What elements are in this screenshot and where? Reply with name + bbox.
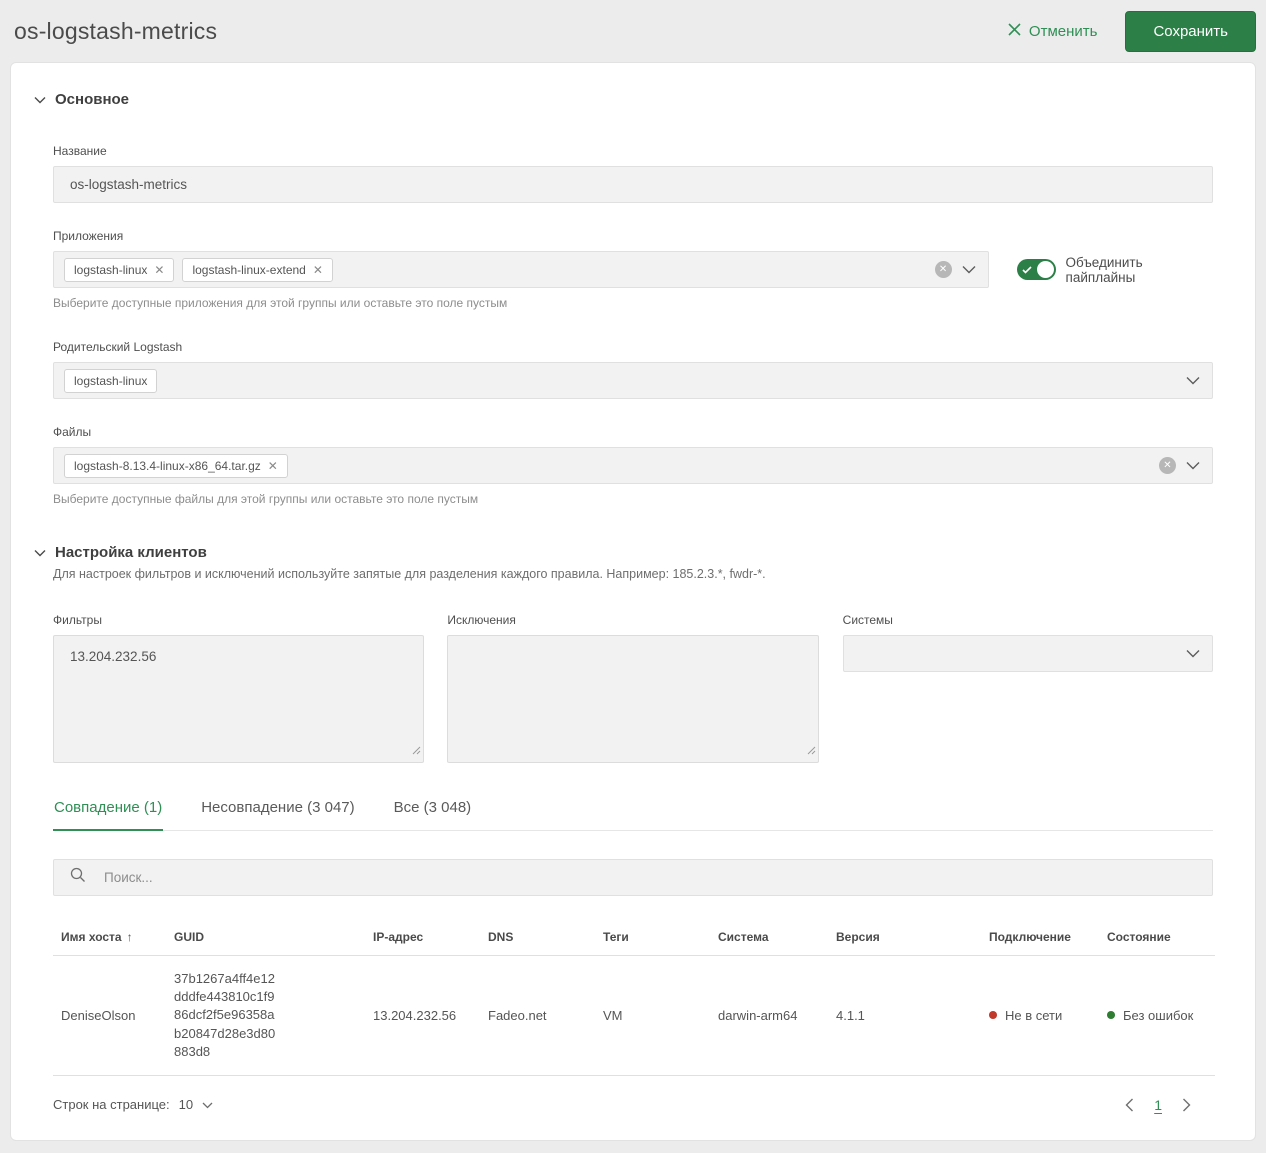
column-connection[interactable]: Подключение <box>981 920 1099 956</box>
tab-match[interactable]: Совпадение (1) <box>53 799 164 831</box>
next-page-button[interactable] <box>1180 1096 1193 1114</box>
applications-row: logstash-linux ✕ logstash-linux-extend ✕… <box>53 251 1213 288</box>
exclusions-textarea[interactable] <box>448 636 818 762</box>
connection-status-label: Не в сети <box>1005 1007 1063 1023</box>
search-field <box>53 859 1213 896</box>
column-hostname[interactable]: Имя хоста ↑ <box>53 920 166 956</box>
cell-connection: Не в сети <box>981 955 1099 1076</box>
page-title: os-logstash-metrics <box>14 17 218 44</box>
hosts-table: Имя хоста ↑ GUID IP-адрес DNS Теги Систем… <box>53 920 1215 1076</box>
applications-select[interactable]: logstash-linux ✕ logstash-linux-extend ✕… <box>53 251 989 288</box>
parent-tag-label: logstash-linux <box>74 373 148 388</box>
cell-version: 4.1.1 <box>828 955 981 1076</box>
rows-per-page-value: 10 <box>178 1097 194 1113</box>
chevron-down-icon[interactable] <box>1186 645 1200 663</box>
column-ip[interactable]: IP-адрес <box>365 920 480 956</box>
section-clients-header[interactable]: Настройка клиентов <box>34 544 1213 561</box>
exclusions-label: Исключения <box>447 613 516 627</box>
close-icon <box>1008 22 1021 40</box>
top-bar: os-logstash-metrics Отменить Сохранить <box>0 0 1266 62</box>
search-icon <box>70 867 86 888</box>
cancel-button[interactable]: Отменить <box>1008 22 1098 40</box>
section-main-header[interactable]: Основное <box>34 91 1213 108</box>
check-icon <box>1021 259 1032 280</box>
remove-tag-icon[interactable]: ✕ <box>154 264 164 276</box>
clear-icon[interactable]: ✕ <box>934 261 952 278</box>
cell-dns: Fadeo.net <box>480 955 595 1076</box>
tab-all[interactable]: Все (3 048) <box>393 799 473 831</box>
remove-tag-icon[interactable]: ✕ <box>313 264 323 276</box>
exclusions-field <box>447 635 819 763</box>
chevron-down-icon <box>202 1097 213 1112</box>
tab-mismatch[interactable]: Несовпадение (3 047) <box>200 799 355 831</box>
section-clients-description: Для настроек фильтров и исключений испол… <box>53 567 766 581</box>
files-field-label: Файлы <box>53 425 92 439</box>
chevron-down-icon <box>34 91 46 108</box>
search-input[interactable] <box>98 870 1200 885</box>
parent-field-label: Родительский Logstash <box>53 340 183 354</box>
chevron-down-icon[interactable] <box>962 261 976 279</box>
cell-tags: VM <box>595 955 710 1076</box>
name-field-label: Название <box>53 144 107 158</box>
column-version[interactable]: Версия <box>828 920 981 956</box>
application-tag-label: logstash-linux <box>74 262 148 277</box>
merge-pipelines-toggle[interactable] <box>1016 259 1056 280</box>
name-input[interactable] <box>64 177 1200 192</box>
cell-hostname: DeniseOlson <box>53 955 166 1076</box>
files-select[interactable]: logstash-8.13.4-linux-x86_64.tar.gz ✕ ✕ <box>53 447 1213 484</box>
systems-label: Системы <box>842 613 893 627</box>
cancel-button-label: Отменить <box>1028 22 1098 40</box>
application-tag: logstash-linux-extend ✕ <box>182 257 333 282</box>
save-button[interactable]: Сохранить <box>1125 10 1256 52</box>
rows-per-page-control[interactable]: Строк на странице: 10 <box>53 1097 213 1112</box>
application-tag-label: logstash-linux-extend <box>192 262 306 277</box>
remove-tag-icon[interactable]: ✕ <box>268 460 278 472</box>
application-tag: logstash-linux ✕ <box>64 257 175 282</box>
applications-hint: Выберите доступные приложения для этой г… <box>53 296 508 310</box>
parent-logstash-select[interactable]: logstash-linux <box>53 362 1213 399</box>
section-main-title: Основное <box>55 91 130 108</box>
files-hint: Выберите доступные файлы для этой группы… <box>53 492 479 506</box>
merge-pipelines-label: Объединить пайплайны <box>1065 254 1143 285</box>
cell-system: darwin-arm64 <box>710 955 828 1076</box>
table-footer: Строк на странице: 10 1 <box>53 1096 1213 1114</box>
clear-icon[interactable]: ✕ <box>1159 457 1176 474</box>
ok-status-dot <box>1107 1010 1115 1019</box>
section-clients-title: Настройка клиентов <box>55 544 207 561</box>
chevron-down-icon[interactable] <box>1186 372 1200 390</box>
sort-asc-icon: ↑ <box>126 930 133 944</box>
name-field <box>53 166 1213 203</box>
filters-textarea[interactable] <box>54 636 424 762</box>
cell-guid: 37b1267a4ff4e12 dddfe443810c1f9 86dcf2f5… <box>166 955 365 1076</box>
column-state[interactable]: Состояние <box>1099 920 1215 956</box>
topbar-actions: Отменить Сохранить <box>1008 10 1256 52</box>
page-number[interactable]: 1 <box>1154 1097 1162 1113</box>
state-status-label: Без ошибок <box>1123 1007 1194 1023</box>
chevron-down-icon[interactable] <box>1186 457 1200 475</box>
merge-pipelines-toggle-wrap: Объединить пайплайны <box>1016 254 1213 285</box>
rows-per-page-label: Строк на странице: <box>53 1097 170 1113</box>
column-tags[interactable]: Теги <box>595 920 710 956</box>
table-header-row: Имя хоста ↑ GUID IP-адрес DNS Теги Систем… <box>53 920 1215 956</box>
results-tabs: Совпадение (1) Несовпадение (3 047) Все … <box>53 799 1213 831</box>
prev-page-button[interactable] <box>1123 1096 1136 1114</box>
chevron-down-icon <box>34 544 46 561</box>
column-dns[interactable]: DNS <box>480 920 595 956</box>
filters-label: Фильтры <box>53 613 102 627</box>
pagination: 1 <box>1123 1096 1193 1114</box>
table-row[interactable]: DeniseOlson 37b1267a4ff4e12 dddfe443810c… <box>53 955 1215 1076</box>
filters-field <box>53 635 425 763</box>
file-tag: logstash-8.13.4-linux-x86_64.tar.gz ✕ <box>64 453 288 478</box>
applications-field-label: Приложения <box>53 229 124 243</box>
cell-state: Без ошибок <box>1099 955 1215 1076</box>
file-tag-label: logstash-8.13.4-linux-x86_64.tar.gz <box>74 458 261 473</box>
cell-ip: 13.204.232.56 <box>365 955 480 1076</box>
column-guid[interactable]: GUID <box>166 920 365 956</box>
column-system[interactable]: Система <box>710 920 828 956</box>
offline-status-dot <box>989 1010 997 1019</box>
systems-select[interactable] <box>842 635 1213 672</box>
form-panel: Основное Название Приложения logstash-li… <box>10 62 1256 1141</box>
parent-tag: logstash-linux <box>64 368 158 393</box>
